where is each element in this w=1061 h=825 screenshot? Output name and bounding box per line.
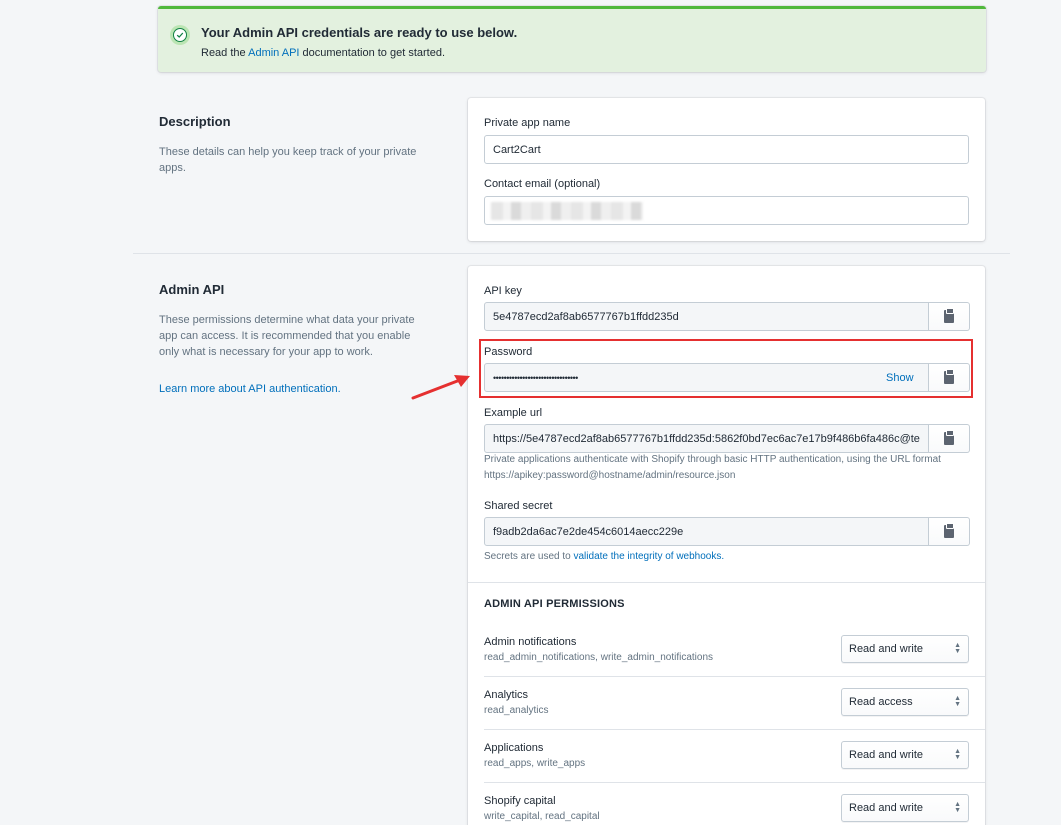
description-title: Description [159, 114, 231, 129]
copy-example-url-button[interactable] [929, 424, 970, 453]
select-value: Read and write [849, 802, 923, 814]
card-separator [468, 582, 985, 583]
admin-api-title: Admin API [159, 282, 225, 297]
shared-secret-label: Shared secret [484, 500, 553, 512]
checkmark-icon [170, 25, 190, 45]
permission-access-select[interactable]: Read and write ▲ ▼ [841, 741, 969, 769]
api-key-label: API key [484, 285, 522, 297]
clipboard-icon [944, 308, 954, 323]
section-divider [133, 253, 1010, 254]
select-arrows-icon: ▲ ▼ [954, 695, 961, 708]
password-highlight-box [479, 339, 973, 398]
select-value: Read access [849, 696, 913, 708]
example-url-help-line1: Private applications authenticate with S… [484, 454, 941, 465]
clipboard-icon [944, 430, 954, 445]
email-input[interactable] [484, 196, 969, 225]
example-url-help: Private applications authenticate with S… [484, 452, 974, 484]
banner-text-before: Read the [201, 47, 246, 59]
learn-more-link[interactable]: Learn more about API authentication. [159, 383, 341, 395]
description-desc: These details can help you keep track of… [159, 146, 417, 174]
banner-title: Your Admin API credentials are ready to … [201, 25, 518, 40]
admin-api-desc: These permissions determine what data yo… [159, 314, 415, 358]
shared-secret-field[interactable]: f9adb2da6ac7e2de454c6014aecc229e [484, 517, 929, 546]
success-banner: Your Admin API credentials are ready to … [158, 6, 986, 72]
api-key-field[interactable]: 5e4787ecd2af8ab6577767b1ffdd235d [484, 302, 929, 331]
permission-divider [484, 676, 985, 677]
validate-webhooks-link[interactable]: validate the integrity of webhooks. [574, 551, 725, 562]
admin-api-link[interactable]: Admin API [248, 47, 299, 59]
email-label: Contact email (optional) [484, 178, 601, 190]
permission-divider [484, 729, 985, 730]
select-arrows-icon: ▲ ▼ [954, 748, 961, 761]
permission-scope: read_analytics [484, 705, 549, 716]
banner-text-after: documentation to get started. [302, 47, 446, 59]
select-value: Read and write [849, 643, 923, 655]
select-value: Read and write [849, 749, 923, 761]
permission-name: Admin notifications [484, 636, 577, 648]
clipboard-icon [944, 523, 954, 538]
permission-scope: read_admin_notifications, write_admin_no… [484, 652, 714, 663]
permission-access-select[interactable]: Read and write ▲ ▼ [841, 635, 969, 663]
permission-name: Shopify capital [484, 795, 556, 807]
copy-api-key-button[interactable] [929, 302, 970, 331]
permissions-heading: ADMIN API PERMISSIONS [484, 598, 625, 610]
permission-access-select[interactable]: Read and write ▲ ▼ [841, 794, 969, 822]
permission-divider [484, 782, 985, 783]
secret-help-text: Secrets are used to [484, 551, 571, 562]
permission-access-select[interactable]: Read access ▲ ▼ [841, 688, 969, 716]
shared-secret-help: Secrets are used to validate the integri… [484, 549, 724, 565]
permission-name: Applications [484, 742, 544, 754]
select-arrows-icon: ▲ ▼ [954, 801, 961, 814]
permission-scope: read_apps, write_apps [484, 758, 586, 769]
app-name-input[interactable]: Cart2Cart [484, 135, 969, 164]
app-name-label: Private app name [484, 117, 571, 129]
example-url-label: Example url [484, 407, 543, 419]
redacted-email [491, 202, 643, 220]
select-arrows-icon: ▲ ▼ [954, 642, 961, 655]
annotation-arrow-icon [411, 375, 470, 400]
copy-shared-secret-button[interactable] [929, 517, 970, 546]
permission-name: Analytics [484, 689, 529, 701]
example-url-help-line2: https://apikey:password@hostname/admin/r… [484, 470, 736, 481]
banner-text: Read the Admin API documentation to get … [201, 47, 445, 59]
example-url-field[interactable]: https://5e4787ecd2af8ab6577767b1ffdd235d… [484, 424, 929, 453]
permission-scope: write_capital, read_capital [484, 811, 600, 822]
